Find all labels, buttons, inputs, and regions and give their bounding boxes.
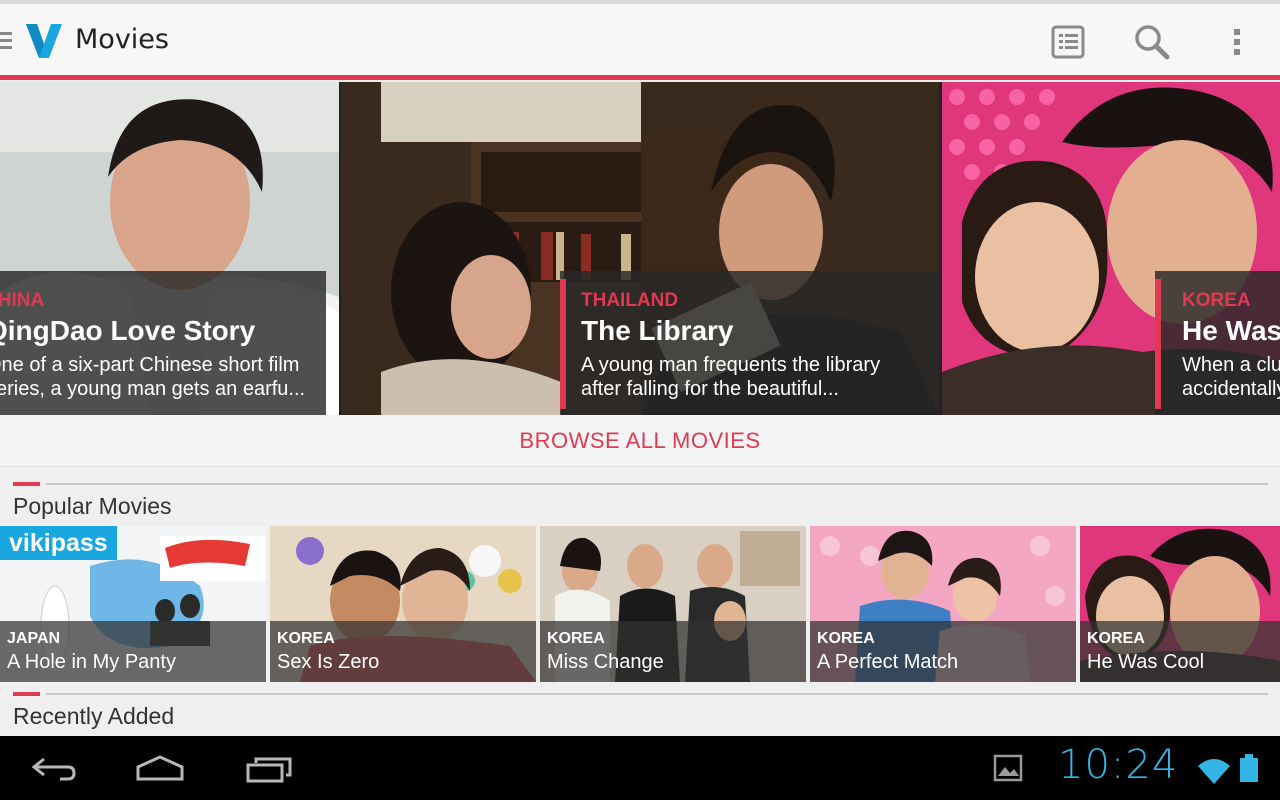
recent-apps-icon[interactable] [244, 750, 294, 786]
movie-country: KOREA [817, 630, 875, 647]
back-icon[interactable] [30, 750, 78, 786]
movie-country: KOREA [547, 630, 605, 647]
movie-title: Miss Change [547, 651, 664, 673]
battery-icon [1238, 750, 1260, 786]
featured-title: He Was Cool [1182, 315, 1280, 346]
movie-card[interactable]: vikipass JAPAN A Hole in My Panty [0, 526, 266, 682]
gallery-notification-icon[interactable] [993, 750, 1023, 786]
action-bar-accent-line [0, 75, 1280, 80]
movie-card-label: KOREA He Was Cool [1080, 621, 1280, 682]
viki-logo[interactable] [24, 20, 64, 60]
featured-slide[interactable]: CHINA QingDao Love Story One of a six-pa… [0, 82, 339, 415]
list-view-icon[interactable] [1048, 22, 1088, 62]
featured-carousel[interactable]: CHINA QingDao Love Story One of a six-pa… [0, 82, 1280, 415]
movie-card[interactable]: KOREA Sex Is Zero [270, 526, 536, 682]
movie-card[interactable]: KOREA Miss Change [540, 526, 806, 682]
section-divider [46, 483, 1268, 485]
home-icon[interactable] [134, 750, 186, 786]
featured-description: A young man frequents the library after … [581, 354, 881, 400]
featured-title: The Library [581, 315, 734, 346]
movie-title: A Perfect Match [817, 651, 959, 673]
movie-title: He Was Cool [1087, 651, 1205, 673]
movie-card-label: KOREA Sex Is Zero [270, 621, 536, 682]
movie-card-label: KOREA A Perfect Match [810, 621, 1076, 682]
hamburger-icon[interactable] [0, 32, 12, 50]
wifi-icon [1196, 754, 1232, 790]
section-divider [46, 693, 1268, 695]
featured-caption: CHINA QingDao Love Story One of a six-pa… [0, 271, 326, 415]
recent-section-header: Recently Added [0, 692, 1280, 736]
system-navigation-bar: 10:24 [0, 736, 1280, 800]
movie-card-label: KOREA Miss Change [540, 621, 806, 682]
movie-title: Sex Is Zero [277, 651, 380, 673]
movie-country: KOREA [1087, 630, 1145, 647]
featured-slide[interactable]: KOREA He Was Cool When a clumsy girl acc… [942, 82, 1280, 415]
section-title: Popular Movies [13, 493, 172, 519]
popular-section-header: Popular Movies [0, 482, 1280, 526]
featured-country: THAILAND [581, 290, 679, 311]
caption-accent-bar [1155, 279, 1161, 409]
movie-card-label: JAPAN A Hole in My Panty [0, 621, 266, 682]
featured-description: One of a six-part Chinese short film ser… [0, 354, 306, 400]
caption-accent-bar [560, 279, 566, 409]
featured-caption: KOREA He Was Cool When a clumsy girl acc… [1155, 271, 1280, 415]
featured-caption: THAILAND The Library A young man frequen… [560, 271, 939, 415]
browse-all-movies-button[interactable]: BROWSE ALL MOVIES [0, 415, 1280, 467]
featured-country: CHINA [0, 290, 45, 311]
overflow-menu-icon[interactable] [1217, 22, 1257, 62]
featured-title: QingDao Love Story [0, 315, 256, 346]
section-accent [13, 482, 40, 486]
app-root: Movies HINA QingDao Love Story One of a … [0, 0, 1280, 800]
featured-description: When a clumsy girl accidentally... [1182, 354, 1280, 400]
section-title: Recently Added [13, 703, 175, 729]
popular-movies-row: vikipass JAPAN A Hole in My Panty KOREA … [0, 526, 1280, 682]
browse-all-label: BROWSE ALL MOVIES [519, 427, 761, 453]
featured-country: KOREA [1182, 290, 1251, 311]
movie-country: JAPAN [7, 630, 61, 647]
movie-title: A Hole in My Panty [7, 651, 176, 673]
status-clock: 10:24 [1058, 742, 1179, 788]
page-title: Movies [75, 24, 169, 55]
search-icon[interactable] [1132, 22, 1172, 62]
section-accent [13, 692, 40, 696]
movie-card[interactable]: KOREA He Was Cool [1080, 526, 1280, 682]
featured-slide[interactable]: THAILAND The Library A young man frequen… [341, 82, 939, 415]
movie-card[interactable]: KOREA A Perfect Match [810, 526, 1076, 682]
movie-country: KOREA [277, 630, 335, 647]
action-bar: Movies [0, 0, 1280, 80]
vikipass-badge: vikipass [0, 526, 117, 560]
